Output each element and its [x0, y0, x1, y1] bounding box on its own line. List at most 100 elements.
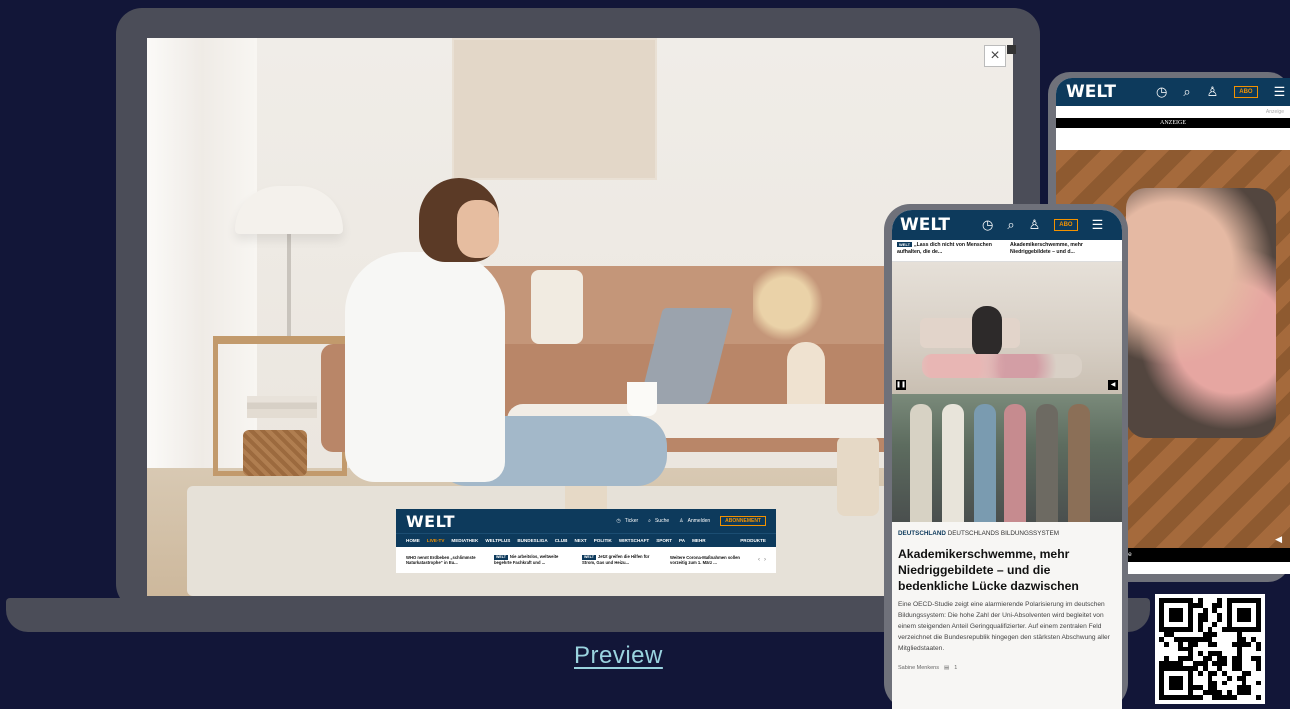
login-label: Anmelden [687, 518, 711, 524]
welt-logo[interactable]: WELT [406, 512, 455, 531]
nav-item-more[interactable]: MEHR [692, 538, 706, 543]
news-arrows[interactable]: ‹ › [758, 557, 766, 563]
photo-person [942, 404, 964, 522]
preview-link[interactable]: Preview [574, 642, 663, 670]
scene-woman-face [457, 200, 499, 258]
qr-module [1256, 695, 1261, 700]
scene-books [247, 396, 317, 418]
article-kicker: DEUTSCHLAND DEUTSCHLANDS BILDUNGSSYSTEM [898, 530, 1116, 537]
video-clothes [922, 354, 1082, 378]
ad-image-clothes [1126, 188, 1276, 438]
welt-embed-header: WELT ◷ Ticker ⌕ Suche ♙ Anmelden ABONNEM… [396, 509, 776, 533]
photo-person [910, 404, 932, 522]
scene-lamp-pole [287, 232, 291, 336]
chevron-right-icon[interactable]: › [764, 557, 766, 563]
search-label: Suche [654, 518, 670, 524]
nav-item[interactable]: PA [679, 538, 685, 543]
search-icon[interactable]: ⌕ [1183, 84, 1190, 100]
chevron-left-icon[interactable]: ‹ [758, 557, 760, 563]
qr-code [1155, 594, 1265, 704]
article-body: DEUTSCHLAND DEUTSCHLANDS BILDUNGSSYSTEM … [892, 522, 1122, 709]
comment-count: 1 [954, 664, 958, 671]
nav-item[interactable]: POLITIK [594, 538, 612, 543]
ticker-item[interactable]: Akademikerschwemme, mehr Niedriggebildet… [1010, 242, 1117, 259]
article-teaser: Eine OECD-Studie zeigt eine alarmierende… [898, 600, 1110, 653]
clock-icon[interactable]: ◷ [1156, 84, 1167, 100]
nav-products[interactable]: PRODUKTE [740, 538, 766, 543]
article-title[interactable]: Akademikerschwemme, mehr Niedriggebildet… [898, 547, 1116, 595]
news-ticker: WELT „Lass dich nicht von Menschen aufhal… [892, 240, 1122, 262]
menu-icon[interactable]: ☰ [1092, 217, 1104, 233]
welt-embed-news: WHO nennt Erdbeben „schlimmste Naturkata… [396, 547, 776, 573]
ticker-tag: WELT [897, 242, 913, 248]
photo-person [974, 404, 996, 522]
search-icon[interactable]: ⌕ [1007, 217, 1014, 233]
nav-item[interactable]: HOME [406, 538, 420, 543]
clock-icon: ◷ [616, 518, 621, 524]
ad-info-icon[interactable] [1007, 45, 1016, 54]
ticker-label: Ticker [624, 518, 639, 524]
nav-item[interactable]: WIRTSCHAFT [619, 538, 649, 543]
news-item[interactable]: WELT Jetzt greifen die Hilfen für Strom, … [582, 554, 660, 565]
scene-pillow [531, 270, 583, 344]
news-text: WHO nennt Erdbeben „schlimmste Naturkata… [406, 554, 476, 565]
qr-code-pattern [1159, 598, 1261, 700]
nav-item[interactable]: LIVE-TV [427, 538, 445, 543]
volume-icon[interactable]: ◀ [1108, 380, 1118, 390]
menu-icon[interactable]: ☰ [1274, 84, 1286, 100]
nav-item[interactable]: BUNDESLIGA [517, 538, 547, 543]
comment-icon[interactable]: ▤ [944, 665, 949, 671]
abo-button[interactable]: ABO [1234, 86, 1258, 98]
ticker-item[interactable]: WELT „Lass dich nicht von Menschen aufhal… [897, 242, 1004, 259]
scene-pampas [753, 262, 833, 344]
scene-woman-shirt [345, 252, 505, 482]
welt-embed-nav: HOME LIVE-TV MEDIATHEK WELTPLUS BUNDESLI… [396, 533, 776, 547]
news-text: Weitere Corona-Maßnahmen sollen vorzeiti… [670, 554, 740, 565]
welt-embed-banner[interactable]: WELT ◷ Ticker ⌕ Suche ♙ Anmelden ABONNEM… [396, 509, 776, 573]
ticker-link[interactable]: ◷ Ticker [616, 518, 638, 524]
nav-item[interactable]: SPORT [656, 538, 672, 543]
photo-person [1036, 404, 1058, 522]
scene-cup [627, 382, 657, 416]
kicker-topic[interactable]: DEUTSCHLANDS BILDUNGSSYSTEM [948, 530, 1059, 537]
abo-button[interactable]: ABONNEMENT [720, 516, 766, 526]
user-icon[interactable]: ♙ [1029, 217, 1041, 233]
video-person [972, 306, 1002, 358]
kicker-category[interactable]: DEUTSCHLAND [898, 530, 946, 537]
clock-icon[interactable]: ◷ [982, 217, 993, 233]
photo-person [1068, 404, 1090, 522]
news-item[interactable]: WELT Nie arbeitslos, weltweite begehrte F… [494, 554, 572, 565]
scene-picture-frame [452, 38, 657, 180]
play-icon[interactable]: ◀ [1275, 534, 1282, 545]
article-meta: Sabine Menkens ▤ 1 [898, 665, 1116, 671]
news-item[interactable]: Weitere Corona-Maßnahmen sollen vorzeiti… [670, 555, 748, 566]
abo-button[interactable]: ABO [1054, 219, 1078, 231]
search-link[interactable]: ⌕ Suche [648, 518, 669, 524]
welt-logo[interactable]: WELT [900, 215, 950, 235]
article-image[interactable] [892, 394, 1122, 522]
ad-spacer [1056, 128, 1290, 150]
nav-item[interactable]: NEXT [574, 538, 586, 543]
scene-vase [787, 342, 825, 412]
user-icon[interactable]: ♙ [1207, 84, 1219, 100]
phone-front-screen: WELT ◷ ⌕ ♙ ABO ☰ WELT „Lass dich nicht vo… [892, 210, 1122, 709]
nav-item[interactable]: MEDIATHEK [451, 538, 478, 543]
video-player[interactable]: ❚❚ ◀ [892, 262, 1122, 394]
phone-back-header: WELT ◷ ⌕ ♙ ABO ☰ [1056, 78, 1290, 106]
news-item[interactable]: WHO nennt Erdbeben „schlimmste Naturkata… [406, 555, 484, 566]
user-icon: ♙ [679, 518, 684, 524]
photo-person [1004, 404, 1026, 522]
phone-front-header: WELT ◷ ⌕ ♙ ABO ☰ [892, 210, 1122, 240]
scene-basket [243, 430, 307, 476]
pause-icon[interactable]: ❚❚ [896, 380, 906, 390]
video-sofa [920, 318, 1020, 348]
ad-label-small: Anzeige [1265, 109, 1284, 115]
nav-item[interactable]: CLUB [555, 538, 568, 543]
search-icon: ⌕ [648, 518, 651, 524]
nav-item[interactable]: WELTPLUS [485, 538, 510, 543]
login-link[interactable]: ♙ Anmelden [679, 518, 710, 524]
welt-logo[interactable]: WELT [1066, 82, 1116, 102]
close-button[interactable]: × [984, 45, 1006, 67]
scene-table-leg [837, 436, 879, 516]
ticker-text: Akademikerschwemme, mehr Niedriggebildet… [1010, 242, 1083, 256]
